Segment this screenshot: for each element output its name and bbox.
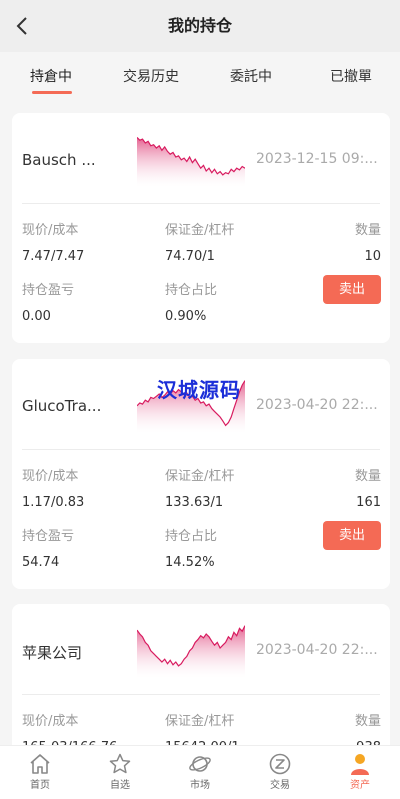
quantity-value: 10 bbox=[364, 249, 381, 264]
quantity-label: 数量 bbox=[354, 714, 381, 729]
sparkline-chart bbox=[137, 625, 245, 678]
watermark-text: 汉城源码 bbox=[157, 378, 241, 402]
open-time: 2023-04-20 22:... bbox=[256, 642, 378, 658]
price-cost-value: 7.47/7.47 bbox=[22, 249, 85, 264]
open-time: 2023-12-15 09:... bbox=[256, 151, 378, 167]
planet-icon bbox=[189, 756, 211, 772]
person-icon bbox=[351, 754, 369, 775]
nav-assets[interactable]: 资产 bbox=[320, 746, 400, 799]
nav-watchlist[interactable]: 自选 bbox=[80, 746, 160, 799]
quantity-label: 数量 bbox=[354, 469, 381, 484]
ratio-label: 持仓占比 bbox=[165, 529, 218, 544]
header-bar: 我的持仓 bbox=[0, 0, 400, 52]
price-cost-label: 现价/成本 bbox=[22, 714, 79, 729]
nav-label: 市场 bbox=[190, 780, 210, 791]
back-arrow-icon[interactable] bbox=[12, 14, 34, 38]
tab-pending[interactable]: 委託中 bbox=[230, 66, 272, 86]
stock-name: 苹果公司 bbox=[22, 644, 83, 662]
position-card[interactable]: Bausch ... 2023-12-15 09:... 现价/成本 保证金/杠… bbox=[12, 113, 390, 343]
margin-leverage-value: 74.70/1 bbox=[165, 249, 215, 264]
quantity-value: 161 bbox=[356, 495, 381, 510]
divider bbox=[22, 449, 380, 450]
sparkline-chart bbox=[137, 136, 245, 187]
margin-leverage-value: 133.63/1 bbox=[165, 495, 224, 510]
page-title: 我的持仓 bbox=[167, 16, 232, 35]
nav-label: 交易 bbox=[270, 780, 290, 791]
bottom-nav: 首页 自选 市场 交易 资产 bbox=[0, 745, 400, 799]
tab-history[interactable]: 交易历史 bbox=[123, 66, 179, 86]
margin-leverage-label: 保证金/杠杆 bbox=[165, 223, 235, 238]
price-cost-label: 现价/成本 bbox=[22, 469, 79, 484]
quantity-label: 数量 bbox=[354, 223, 381, 238]
nav-label: 首页 bbox=[30, 780, 50, 791]
sparkline-area bbox=[137, 625, 245, 678]
ratio-value: 0.90% bbox=[165, 309, 207, 324]
nav-label: 自选 bbox=[110, 780, 130, 791]
divider bbox=[22, 694, 380, 695]
margin-leverage-label: 保证金/杠杆 bbox=[165, 714, 235, 729]
nav-trade[interactable]: 交易 bbox=[240, 746, 320, 799]
open-time: 2023-04-20 22:... bbox=[256, 397, 378, 413]
sell-button[interactable]: 卖出 bbox=[323, 521, 381, 550]
nav-label: 资产 bbox=[350, 780, 370, 791]
divider bbox=[22, 203, 380, 204]
nav-home[interactable]: 首页 bbox=[0, 746, 80, 799]
price-cost-value: 1.17/0.83 bbox=[22, 495, 85, 510]
stock-name: Bausch ... bbox=[22, 151, 96, 169]
trade-icon bbox=[269, 753, 291, 775]
pnl-value: 0.00 bbox=[22, 309, 51, 324]
active-tab-indicator bbox=[32, 91, 72, 94]
nav-market[interactable]: 市场 bbox=[160, 746, 240, 799]
pnl-label: 持仓盈亏 bbox=[22, 283, 75, 298]
tab-cancelled[interactable]: 已撤單 bbox=[330, 66, 372, 86]
home-icon bbox=[30, 754, 50, 774]
star-icon bbox=[109, 753, 131, 774]
pnl-value: 54.74 bbox=[22, 555, 60, 570]
ratio-label: 持仓占比 bbox=[165, 283, 218, 298]
margin-leverage-label: 保证金/杠杆 bbox=[165, 469, 235, 484]
price-cost-label: 现价/成本 bbox=[22, 223, 79, 238]
ratio-value: 14.52% bbox=[165, 555, 215, 570]
sell-button[interactable]: 卖出 bbox=[323, 275, 381, 304]
stock-name: GlucoTra... bbox=[22, 397, 102, 415]
tab-holding[interactable]: 持倉中 bbox=[30, 66, 72, 86]
pnl-label: 持仓盈亏 bbox=[22, 529, 75, 544]
